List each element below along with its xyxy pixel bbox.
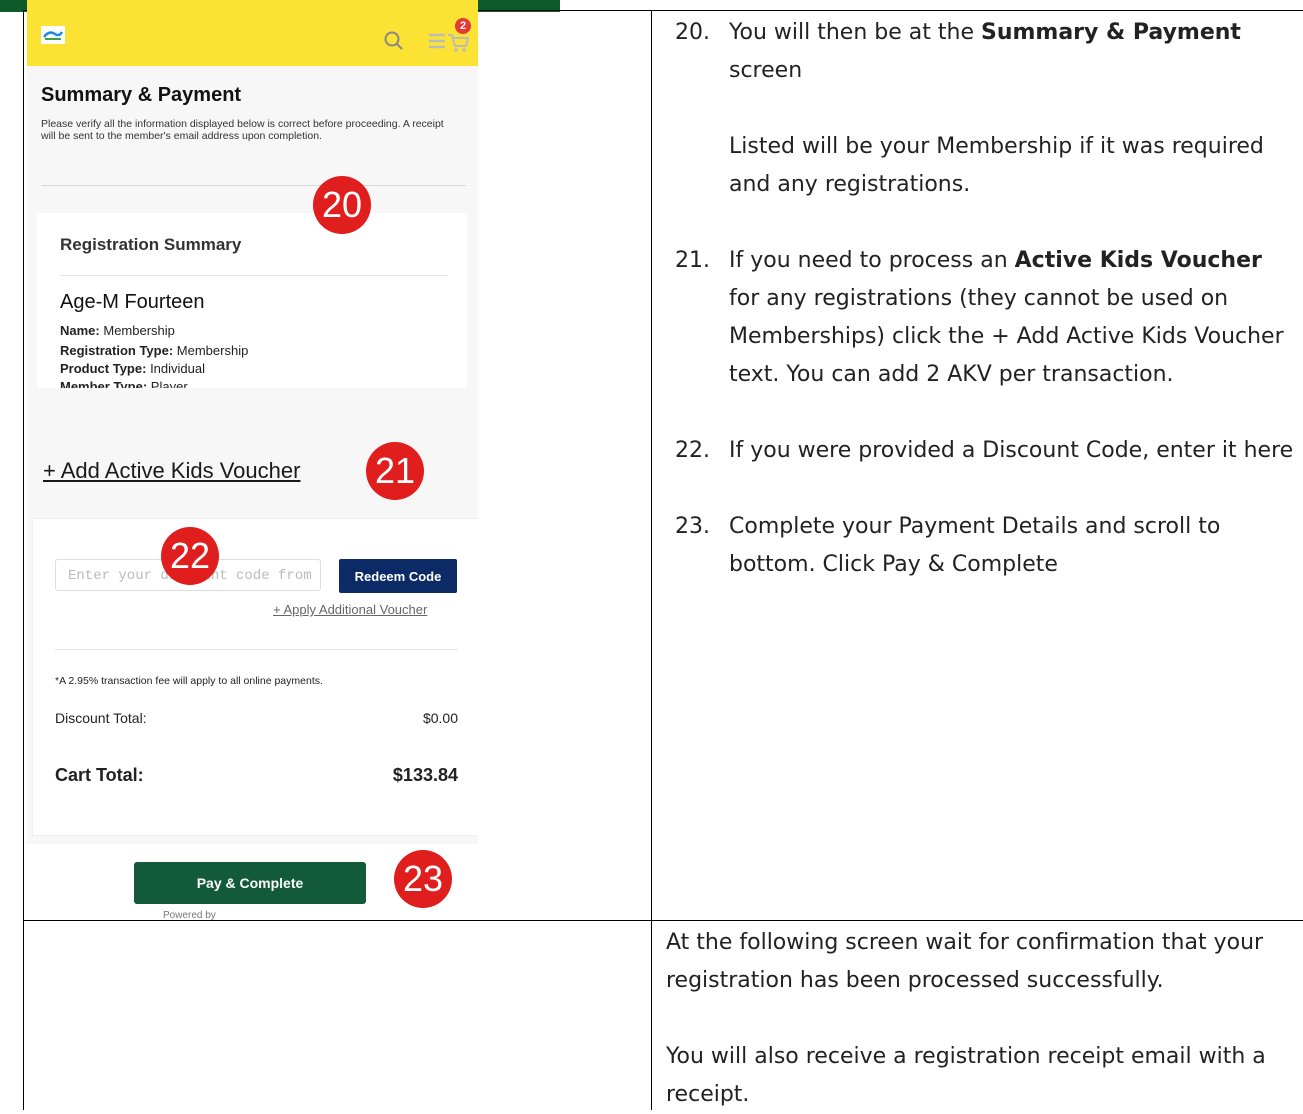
card-divider <box>60 275 448 276</box>
step-20: 20. You will then be at the Summary & Pa… <box>675 14 1295 204</box>
transaction-fee-note: *A 2.95% transaction fee will apply to a… <box>55 675 323 687</box>
registration-summary-card: Registration Summary Age-M Fourteen Name… <box>37 213 467 388</box>
summary-line-member-type: Member Type: Player <box>60 379 188 388</box>
confirmation-paragraph: At the following screen wait for confirm… <box>666 930 1264 993</box>
menu-icon[interactable] <box>427 31 447 51</box>
table-divider-vertical <box>651 10 652 1110</box>
discount-card: Enter your discount code from our total … <box>32 518 478 836</box>
cart-total-label: Cart Total: <box>55 765 144 785</box>
callout-23: 23 <box>394 850 452 908</box>
step-21: 21. If you need to process an Active Kid… <box>675 242 1295 394</box>
summary-line-registration-type: Registration Type: Membership <box>60 343 249 358</box>
add-active-kids-voucher-link[interactable]: + Add Active Kids Voucher <box>43 458 300 484</box>
step-extra-text: Listed will be your Membership if it was… <box>729 134 1264 197</box>
step-number: 21. <box>675 248 710 273</box>
discount-total-label: Discount Total: <box>55 710 147 726</box>
divider <box>41 185 466 186</box>
callout-22: 22 <box>161 527 219 585</box>
redeem-code-button[interactable]: Redeem Code <box>339 559 457 593</box>
powered-by-text: Powered by <box>163 910 216 920</box>
step-text: If you need to process an Active Kids Vo… <box>729 248 1284 387</box>
page-title: Summary & Payment <box>41 84 242 106</box>
summary-line-name: Name: Membership <box>60 323 175 338</box>
step-text: Complete your Payment Details and scroll… <box>729 514 1221 577</box>
cart-total-value: $133.84 <box>392 765 458 785</box>
table-border-left <box>23 10 24 1110</box>
step-text: If you were provided a Discount Code, en… <box>729 438 1294 463</box>
step-number: 23. <box>675 514 710 539</box>
search-icon[interactable] <box>383 30 405 52</box>
step-text: You will then be at the Summary & Paymen… <box>729 20 1241 83</box>
registration-summary-heading: Registration Summary <box>60 235 242 254</box>
callout-20: 20 <box>313 176 371 234</box>
receipt-paragraph: You will also receive a registration rec… <box>666 1044 1266 1107</box>
instructions: 20. You will then be at the Summary & Pa… <box>675 14 1295 584</box>
logo-icon <box>41 26 65 44</box>
summary-line-product-type: Product Type: Individual <box>60 361 205 376</box>
step-number: 20. <box>675 20 710 45</box>
cart-count-badge: 2 <box>455 18 471 34</box>
summary-screenshot: 2 Summary & Payment Please verify all th… <box>27 0 478 388</box>
step-number: 22. <box>675 438 710 463</box>
confirmation-instructions: At the following screen wait for confirm… <box>666 924 1296 1114</box>
discount-total-value: $0.00 <box>422 710 458 726</box>
table-divider-horizontal <box>23 920 1303 921</box>
app-header: 2 <box>27 0 478 66</box>
member-name: Age-M Fourteen <box>60 291 205 313</box>
step-23: 23. Complete your Payment Details and sc… <box>675 508 1295 584</box>
page-description: Please verify all the information displa… <box>41 118 444 142</box>
card-divider <box>55 649 458 650</box>
step-22: 22. If you were provided a Discount Code… <box>675 432 1295 470</box>
callout-21: 21 <box>366 442 424 500</box>
pay-and-complete-button[interactable]: Pay & Complete <box>134 862 366 904</box>
apply-additional-voucher-link[interactable]: + Apply Additional Voucher <box>273 602 427 617</box>
